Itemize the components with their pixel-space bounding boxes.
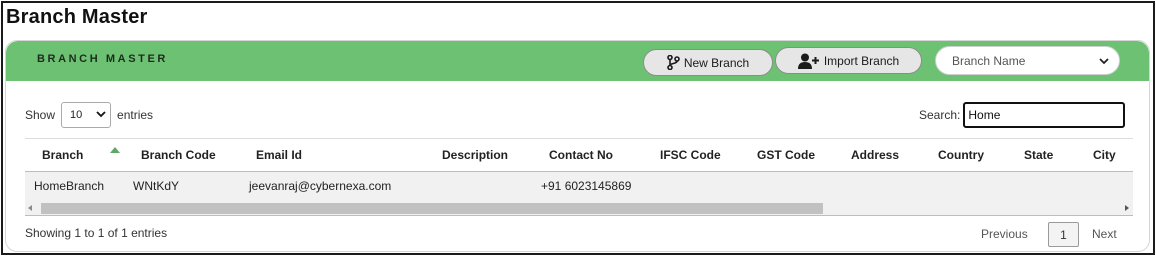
header-title: BRANCH MASTER	[37, 53, 168, 65]
search-control: Search: Home	[919, 102, 1126, 128]
search-input[interactable]: Home	[963, 102, 1126, 128]
chevron-down-icon	[96, 109, 106, 121]
entries-length-control: Show 10 entries	[25, 102, 153, 128]
cell-contact-no: +91 6023145869	[541, 179, 632, 193]
search-label: Search:	[919, 108, 961, 122]
column-header-branch-code[interactable]: Branch Code	[141, 148, 216, 162]
next-page-button[interactable]: Next	[1092, 227, 1117, 241]
branch-master-card: BRANCH MASTER New Branch Import Branch B…	[5, 40, 1150, 252]
entries-select-value: 10	[70, 109, 83, 121]
column-header-state[interactable]: State	[1024, 148, 1053, 162]
column-header-ifsc-code[interactable]: IFSC Code	[660, 148, 721, 162]
user-plus-icon	[797, 53, 820, 69]
scroll-right-arrow-icon[interactable]	[1125, 205, 1129, 211]
entries-select[interactable]: 10	[61, 102, 112, 128]
column-header-contact-no[interactable]: Contact No	[549, 148, 613, 162]
column-header-gst-code[interactable]: GST Code	[757, 148, 815, 162]
column-header-email-id[interactable]: Email Id	[256, 148, 302, 162]
horizontal-scrollbar[interactable]	[25, 201, 1133, 216]
sort-ascending-icon	[110, 147, 120, 153]
scrollbar-thumb[interactable]	[41, 203, 823, 214]
new-branch-button[interactable]: New Branch	[643, 49, 773, 76]
table-row[interactable]: HomeBranch WNtKdY jeevanraj@cybernexa.co…	[25, 172, 1133, 201]
import-branch-label: Import Branch	[823, 53, 900, 68]
entries-label: entries	[117, 108, 154, 122]
branch-name-select[interactable]: Branch Name	[935, 46, 1120, 75]
column-header-description[interactable]: Description	[442, 148, 508, 162]
show-label: Show	[25, 108, 56, 122]
page-title: Branch Master	[6, 6, 148, 28]
scroll-left-arrow-icon[interactable]	[28, 205, 32, 211]
cell-email-id: jeevanraj@cybernexa.com	[249, 179, 392, 193]
table-info: Showing 1 to 1 of 1 entries	[25, 226, 168, 240]
chevron-down-icon	[1099, 54, 1109, 68]
page-1-button[interactable]: 1	[1048, 222, 1079, 247]
column-header-city[interactable]: City	[1093, 148, 1116, 162]
card-header: BRANCH MASTER New Branch Import Branch B…	[6, 41, 1149, 81]
import-branch-button[interactable]: Import Branch	[775, 47, 922, 74]
column-header-branch[interactable]: Branch	[42, 148, 83, 162]
table-header-row: Branch Branch Code Email Id Description …	[25, 138, 1133, 172]
branch-select-value: Branch Name	[952, 53, 1026, 68]
cell-branch: HomeBranch	[34, 179, 105, 193]
new-branch-label: New Branch	[683, 55, 750, 70]
column-header-country[interactable]: Country	[938, 148, 984, 162]
previous-page-button[interactable]: Previous	[981, 227, 1028, 241]
cell-branch-code: WNtKdY	[133, 179, 180, 193]
git-branch-icon	[667, 55, 680, 70]
column-header-address[interactable]: Address	[851, 148, 899, 162]
